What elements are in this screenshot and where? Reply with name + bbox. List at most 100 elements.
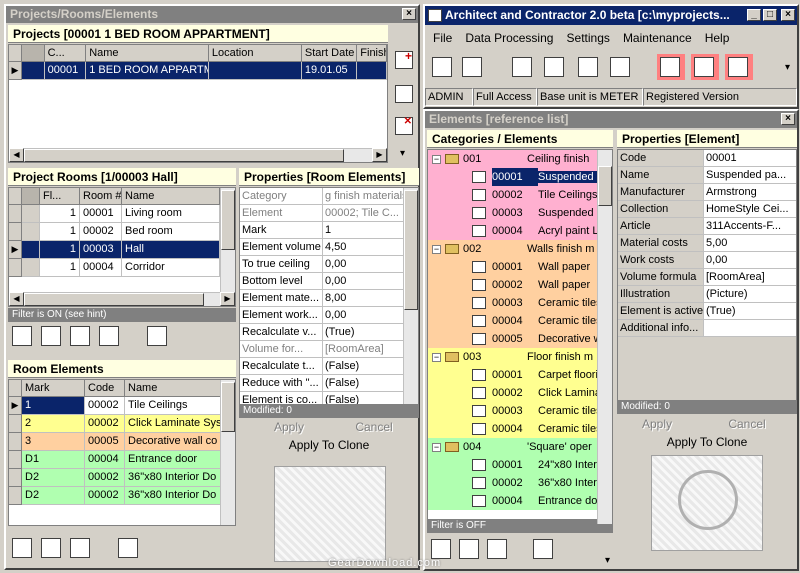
property-row[interactable]: Work costs 0,00 (618, 252, 796, 269)
col-mark[interactable]: Mark (22, 380, 85, 397)
add-room-icon[interactable] (12, 326, 32, 346)
element-node[interactable]: 00002 Tile Ceilings (428, 186, 612, 204)
element-node[interactable]: 00002 Wall paper (428, 276, 612, 294)
cancel-button[interactable]: Cancel (727, 417, 767, 431)
calculator-icon[interactable] (725, 54, 753, 80)
delete-element-icon[interactable] (70, 538, 90, 558)
table-row[interactable]: 1 00001 Living room (9, 205, 235, 223)
refresh-icon[interactable] (147, 326, 167, 346)
property-row[interactable]: Element mate... 8,00 (240, 290, 418, 307)
vertical-scrollbar[interactable] (220, 380, 235, 525)
category-node[interactable]: − 004 'Square' oper (428, 438, 612, 456)
property-value[interactable]: 0,00 (704, 252, 796, 268)
menu-maintenance[interactable]: Maintenance (623, 31, 692, 45)
col-room-number[interactable]: Room # (80, 188, 122, 205)
col-finish[interactable]: Finish (357, 45, 387, 62)
scroll-left-icon[interactable]: ◀ (9, 148, 24, 162)
add-element-icon[interactable] (12, 538, 32, 558)
property-row[interactable]: Manufacturer Armstrong (618, 184, 796, 201)
property-value[interactable]: [RoomArea] (704, 269, 796, 285)
toolbar-more-icon[interactable]: ▾ (785, 62, 790, 73)
apply-to-clone-button[interactable]: Apply To Clone (269, 438, 389, 452)
property-row[interactable]: Bottom level 0,00 (240, 273, 418, 290)
add-project-button[interactable]: + (392, 48, 416, 72)
category-node[interactable]: − 001 Ceiling finish (428, 150, 612, 168)
property-row[interactable]: Recalculate t... (False) (240, 358, 418, 375)
element-node[interactable]: 00001 Wall paper (428, 258, 612, 276)
elements-icon[interactable] (657, 54, 685, 80)
collapse-icon[interactable]: − (432, 244, 441, 254)
col-name[interactable]: Name (86, 45, 209, 62)
category-node[interactable]: − 002 Walls finish m (428, 240, 612, 258)
element-node[interactable]: 00004 Acryl paint Lc (428, 222, 612, 240)
table-row[interactable]: D2 00002 36"x80 Interior Do (9, 487, 235, 505)
refresh-icon[interactable] (533, 539, 553, 559)
apply-button[interactable]: Apply (269, 420, 309, 434)
property-row[interactable]: Collection HomeStyle Cei... (618, 201, 796, 218)
menu-data-processing[interactable]: Data Processing (465, 31, 553, 45)
menu-help[interactable]: Help (705, 31, 730, 45)
property-row[interactable]: Element work... 0,00 (240, 307, 418, 324)
close-button[interactable]: × (781, 113, 795, 125)
property-value[interactable]: HomeStyle Cei... (704, 201, 796, 217)
close-button[interactable]: × (781, 9, 795, 21)
edit-catalog-icon[interactable] (459, 539, 479, 559)
property-row[interactable]: Mark 1 (240, 222, 418, 239)
table-row[interactable]: D2 00002 36"x80 Interior Do (9, 469, 235, 487)
property-row[interactable]: Volume formula [RoomArea] (618, 269, 796, 286)
element-node[interactable]: 00004 Entrance do (428, 492, 612, 510)
property-row[interactable]: Code 00001 (618, 150, 796, 167)
element-node[interactable]: 00002 Click Laminat (428, 384, 612, 402)
property-row[interactable]: Element 00002; Tile C... (240, 205, 418, 222)
element-node[interactable]: 00002 36"x80 Inter (428, 474, 612, 492)
element-node[interactable]: 00001 Carpet floori (428, 366, 612, 384)
element-node[interactable]: 00003 Ceramic tiles (428, 294, 612, 312)
property-value[interactable] (704, 320, 796, 336)
col-floor[interactable]: Fl... (40, 188, 80, 205)
property-row[interactable]: Volume for... [RoomArea] (240, 341, 418, 358)
apply-button[interactable]: Apply (637, 417, 677, 431)
collapse-icon[interactable]: − (432, 442, 441, 452)
table-row[interactable]: ▶ 1 00002 Tile Ceilings (9, 397, 235, 415)
element-node[interactable]: 00003 Suspended m (428, 204, 612, 222)
db-save-icon[interactable] (459, 54, 487, 80)
delete-catalog-icon[interactable] (487, 539, 507, 559)
property-row[interactable]: Illustration (Picture) (618, 286, 796, 303)
close-button[interactable]: × (402, 8, 416, 20)
property-row[interactable]: Recalculate v... (True) (240, 324, 418, 341)
table-row[interactable]: 1 00002 Bed room (9, 223, 235, 241)
property-row[interactable]: To true ceiling 0,00 (240, 256, 418, 273)
menu-file[interactable]: File (433, 31, 452, 45)
vertical-scrollbar[interactable] (220, 188, 235, 292)
property-row[interactable]: Name Suspended pa... (618, 167, 796, 184)
maximize-button[interactable]: □ (763, 9, 777, 21)
add-catalog-icon[interactable] (431, 539, 451, 559)
element-node[interactable]: 00003 Ceramic tiles (428, 402, 612, 420)
costs-icon[interactable] (541, 54, 569, 80)
vertical-scrollbar[interactable] (597, 150, 612, 524)
property-row[interactable]: Element volume 4,50 (240, 239, 418, 256)
property-value[interactable]: Suspended pa... (704, 167, 796, 183)
property-value[interactable]: 311Accents-F... (704, 218, 796, 234)
property-row[interactable]: Article 311Accents-F... (618, 218, 796, 235)
table-row[interactable]: D1 00004 Entrance door (9, 451, 235, 469)
projects-icon[interactable] (691, 54, 719, 80)
col-room-name[interactable]: Name (122, 188, 220, 205)
property-row[interactable]: Material costs 5,00 (618, 235, 796, 252)
wizard-icon[interactable] (509, 54, 537, 80)
property-value[interactable]: Armstrong (704, 184, 796, 200)
cancel-button[interactable]: Cancel (354, 420, 394, 434)
vertical-scrollbar[interactable] (403, 188, 418, 404)
delete-room-icon[interactable] (99, 326, 119, 346)
edit-project-button[interactable] (392, 82, 416, 106)
edit-element-icon[interactable] (41, 538, 61, 558)
table-row[interactable]: 1 00004 Corridor (9, 259, 235, 277)
more-arrow-icon[interactable]: ▾ (605, 555, 610, 566)
horizontal-scrollbar[interactable]: ◀ ▶ (9, 292, 235, 306)
category-node[interactable]: − 003 Floor finish m (428, 348, 612, 366)
property-value[interactable]: 5,00 (704, 235, 796, 251)
copy-room-icon[interactable] (70, 326, 90, 346)
property-row[interactable]: Additional info... (618, 320, 796, 337)
element-node[interactable]: 00004 Ceramic tiles (428, 420, 612, 438)
refresh-icon[interactable] (118, 538, 138, 558)
